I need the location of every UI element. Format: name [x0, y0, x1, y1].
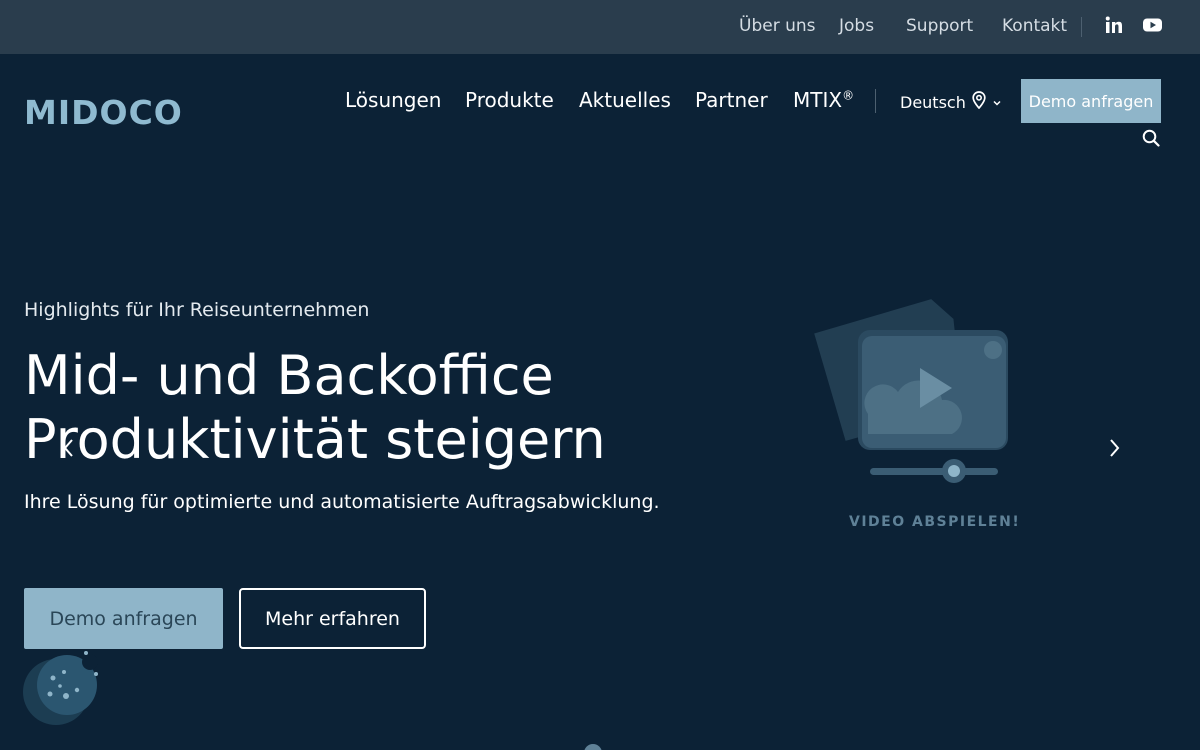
chevron-right-icon[interactable] [1107, 437, 1121, 463]
registered-mark: ® [842, 88, 855, 103]
topbar-link-ueber-uns[interactable]: Über uns [739, 16, 816, 36]
hero-eyebrow: Highlights für Ihr Reiseunternehmen [24, 299, 370, 321]
location-pin-icon [972, 91, 986, 113]
topbar-divider [1081, 17, 1082, 37]
video-play-icon[interactable] [808, 296, 1028, 500]
hero-subtitle: Ihre Lösung für optimierte und automatis… [24, 491, 660, 513]
topbar-link-jobs[interactable]: Jobs [839, 16, 874, 36]
nav-divider [875, 89, 876, 113]
hero-learn-more-button[interactable]: Mehr erfahren [239, 588, 426, 649]
top-utility-bar: Über uns Jobs Support Kontakt [0, 0, 1200, 54]
midoco-logo[interactable]: MIDOCO [24, 93, 183, 132]
hero-title-line1: Mid- und Backoffice [24, 344, 554, 407]
language-label: Deutsch [900, 92, 966, 112]
topbar-link-kontakt[interactable]: Kontakt [1002, 16, 1067, 36]
linkedin-icon[interactable] [1105, 16, 1123, 38]
header-demo-button[interactable]: Demo anfragen [1021, 79, 1161, 123]
nav-item-mtix-label: MTIX [793, 88, 843, 112]
nav-item-loesungen[interactable]: Lösungen [345, 88, 441, 112]
slider-indicator-dot[interactable] [584, 744, 602, 750]
language-selector[interactable]: Deutsch [900, 91, 1002, 113]
topbar-link-support[interactable]: Support [906, 16, 973, 36]
chevron-left-icon[interactable] [62, 437, 76, 463]
chevron-down-icon [992, 93, 1002, 112]
nav-item-aktuelles[interactable]: Aktuelles [579, 88, 671, 112]
nav-item-produkte[interactable]: Produkte [465, 88, 554, 112]
cookie-icon[interactable] [22, 650, 102, 734]
youtube-icon[interactable] [1143, 16, 1162, 38]
search-icon[interactable] [1142, 129, 1160, 151]
nav-item-partner[interactable]: Partner [695, 88, 768, 112]
hero-title: Mid- und Backoffice Produktivität steige… [24, 344, 644, 472]
video-play-label[interactable]: VIDEO ABSPIELEN! [849, 514, 1020, 530]
hero-demo-button[interactable]: Demo anfragen [24, 588, 223, 649]
hero-title-line2: Produktivität steigern [24, 408, 606, 471]
nav-item-mtix[interactable]: MTIX® [793, 88, 854, 112]
